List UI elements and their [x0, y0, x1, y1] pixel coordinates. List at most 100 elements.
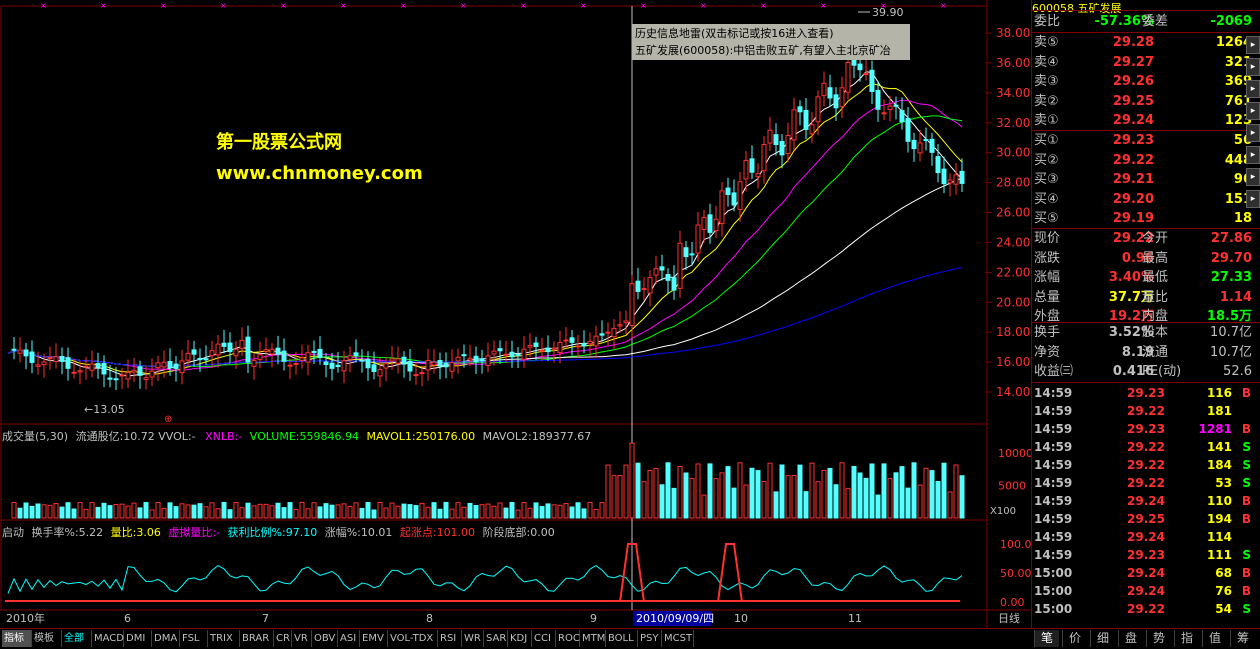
volume-bar [479, 504, 485, 519]
candle-body [731, 192, 737, 206]
panel-tab[interactable]: 价 [1062, 630, 1087, 647]
side-tab[interactable]: ▸ [1246, 168, 1260, 186]
bid-row[interactable]: 买① 29.23 56 [1032, 132, 1254, 150]
indicator-tab[interactable]: SAR [484, 630, 508, 647]
candle-body [953, 174, 959, 185]
ask-row[interactable]: 卖① 29.24 123 [1032, 112, 1254, 130]
side-scroll[interactable]: ▸ ▸ ▸ ▸ ▸ ▸ ▸ ▸ [1246, 36, 1260, 212]
tick-volume: 68 [1215, 566, 1232, 580]
indicator-tab[interactable]: MTM [580, 630, 606, 647]
bid-price: 29.19 [1112, 211, 1154, 226]
indicator-tab[interactable]: 全部 [62, 630, 92, 647]
candle-body [383, 363, 389, 369]
indicator-tab[interactable]: CCI [532, 630, 556, 647]
indicator-tab[interactable]: VR [292, 630, 312, 647]
indicator-tab[interactable]: BRAR [240, 630, 274, 647]
volume-bar [329, 504, 335, 519]
volume-bar [515, 509, 521, 519]
side-tab[interactable]: ▸ [1246, 58, 1260, 76]
volume-bar [41, 504, 47, 519]
indicator-tab[interactable]: CR [274, 630, 292, 647]
volume-bar [497, 502, 503, 519]
fund-row[interactable]: 净资 8.19 流通 10.7亿 [1032, 344, 1254, 362]
volume-bar [953, 464, 959, 519]
stat-row[interactable]: 现价 29.22 今开 27.86 [1032, 230, 1254, 248]
volume-bar [599, 502, 605, 519]
vol-tick-label: 5000 [998, 480, 1026, 493]
indicator-tab[interactable]: KDJ [508, 630, 532, 647]
bid-row[interactable]: 买③ 29.21 96 [1032, 171, 1254, 189]
diff-label: 委差 [1142, 14, 1169, 29]
indicator-tab[interactable]: WR [462, 630, 484, 647]
candle-body [281, 350, 287, 362]
bid-row[interactable]: 买⑤ 29.19 18 [1032, 210, 1254, 228]
volume-bar [395, 505, 401, 519]
ask-row[interactable]: 卖③ 29.26 369 [1032, 73, 1254, 91]
side-tab[interactable]: ▸ [1246, 124, 1260, 142]
tooltip-line2: 五矿发展(600058):中铝击败五矿,有望入主北京矿冶 [635, 44, 891, 57]
event-marker: × [820, 1, 827, 10]
ind-tick-label: 100.0 [1000, 538, 1031, 551]
high-label: 39.90 [872, 6, 904, 19]
panel-tab[interactable]: 势 [1146, 630, 1171, 647]
stat-row[interactable]: 总量 37.7万 量比 1.14 [1032, 289, 1254, 307]
panel-tab[interactable]: 筹 [1230, 630, 1255, 647]
indicator-tab[interactable]: MCST [662, 630, 694, 647]
side-tab[interactable]: ▸ [1246, 146, 1260, 164]
bid-row[interactable]: 买② 29.22 448 [1032, 152, 1254, 170]
panel-tab[interactable]: 指 [1174, 630, 1199, 647]
side-tab[interactable]: ▸ [1246, 190, 1260, 208]
panel-tab[interactable]: 笔 [1034, 630, 1059, 647]
candle-body [53, 356, 59, 363]
volume-bar [839, 462, 845, 519]
tick-time: 15:00 [1034, 584, 1073, 598]
volume-bar [59, 506, 65, 519]
indicator-tab[interactable]: BOLL [606, 630, 638, 647]
indicator-tab[interactable]: DMI [124, 630, 152, 647]
fund-label: 收益㈢ [1034, 364, 1074, 379]
panel-tab[interactable]: 值 [1202, 630, 1227, 647]
candle-body [179, 360, 185, 374]
volume-bar [443, 501, 449, 519]
candle-body [83, 365, 89, 368]
volume-bar [161, 508, 167, 519]
news-tooltip[interactable]: 历史信息地雷(双击标记或按16进入查看) 五矿发展(600058):中铝击败五矿… [632, 24, 910, 60]
indicator-tab[interactable]: OBV [312, 630, 338, 647]
tooltip-line1: 历史信息地雷(双击标记或按16进入查看) [635, 27, 834, 40]
indicator-tab[interactable]: DMA [152, 630, 180, 647]
volume-bar [233, 502, 239, 519]
bid-row[interactable]: 买④ 29.20 151 [1032, 191, 1254, 209]
indicator-tab[interactable]: ASI [338, 630, 360, 647]
side-tab[interactable]: ▸ [1246, 102, 1260, 120]
ask-row[interactable]: 卖② 29.25 761 [1032, 93, 1254, 111]
stat-row[interactable]: 涨跌 0.96 最高 29.70 [1032, 250, 1254, 268]
indicator-tab[interactable]: FSL [180, 630, 208, 647]
indicator-tab[interactable]: PSY [638, 630, 662, 647]
side-tab[interactable]: ▸ [1246, 80, 1260, 98]
ask-row[interactable]: 卖④ 29.27 321 [1032, 54, 1254, 72]
indicator-tab[interactable]: VOL-TDX [388, 630, 438, 647]
candle-body [455, 356, 461, 362]
volume-bar [461, 506, 467, 519]
ask-row[interactable]: 卖⑤ 29.28 1264 [1032, 34, 1254, 52]
volume-bar [473, 504, 479, 519]
indicator-tab[interactable]: EMV [360, 630, 388, 647]
indicator-tab[interactable]: 模板 [32, 630, 62, 647]
candle-body [137, 366, 143, 376]
level-label: 买① [1034, 133, 1059, 148]
stat-row[interactable]: 涨幅 3.40% 最低 27.33 [1032, 269, 1254, 287]
indicator-tab[interactable]: 指标 [2, 630, 32, 647]
indicator-tab[interactable]: MACD [92, 630, 124, 647]
indicator-tab[interactable]: RSI [438, 630, 462, 647]
indicator-tab[interactable]: TRIX [208, 630, 240, 647]
indicator-tab[interactable]: ROC [556, 630, 580, 647]
candle-body [221, 342, 227, 347]
ratio-label: 委比 [1034, 14, 1061, 29]
candle-body [629, 283, 635, 326]
fund-row[interactable]: 收益㈢ 0.416 PE(动) 52.6 [1032, 363, 1254, 381]
candle-body [311, 350, 317, 354]
panel-tab[interactable]: 细 [1090, 630, 1115, 647]
panel-tab[interactable]: 盘 [1118, 630, 1143, 647]
fund-row[interactable]: 换手 3.52% 股本 10.7亿 [1032, 324, 1254, 342]
side-tab[interactable]: ▸ [1246, 36, 1260, 54]
